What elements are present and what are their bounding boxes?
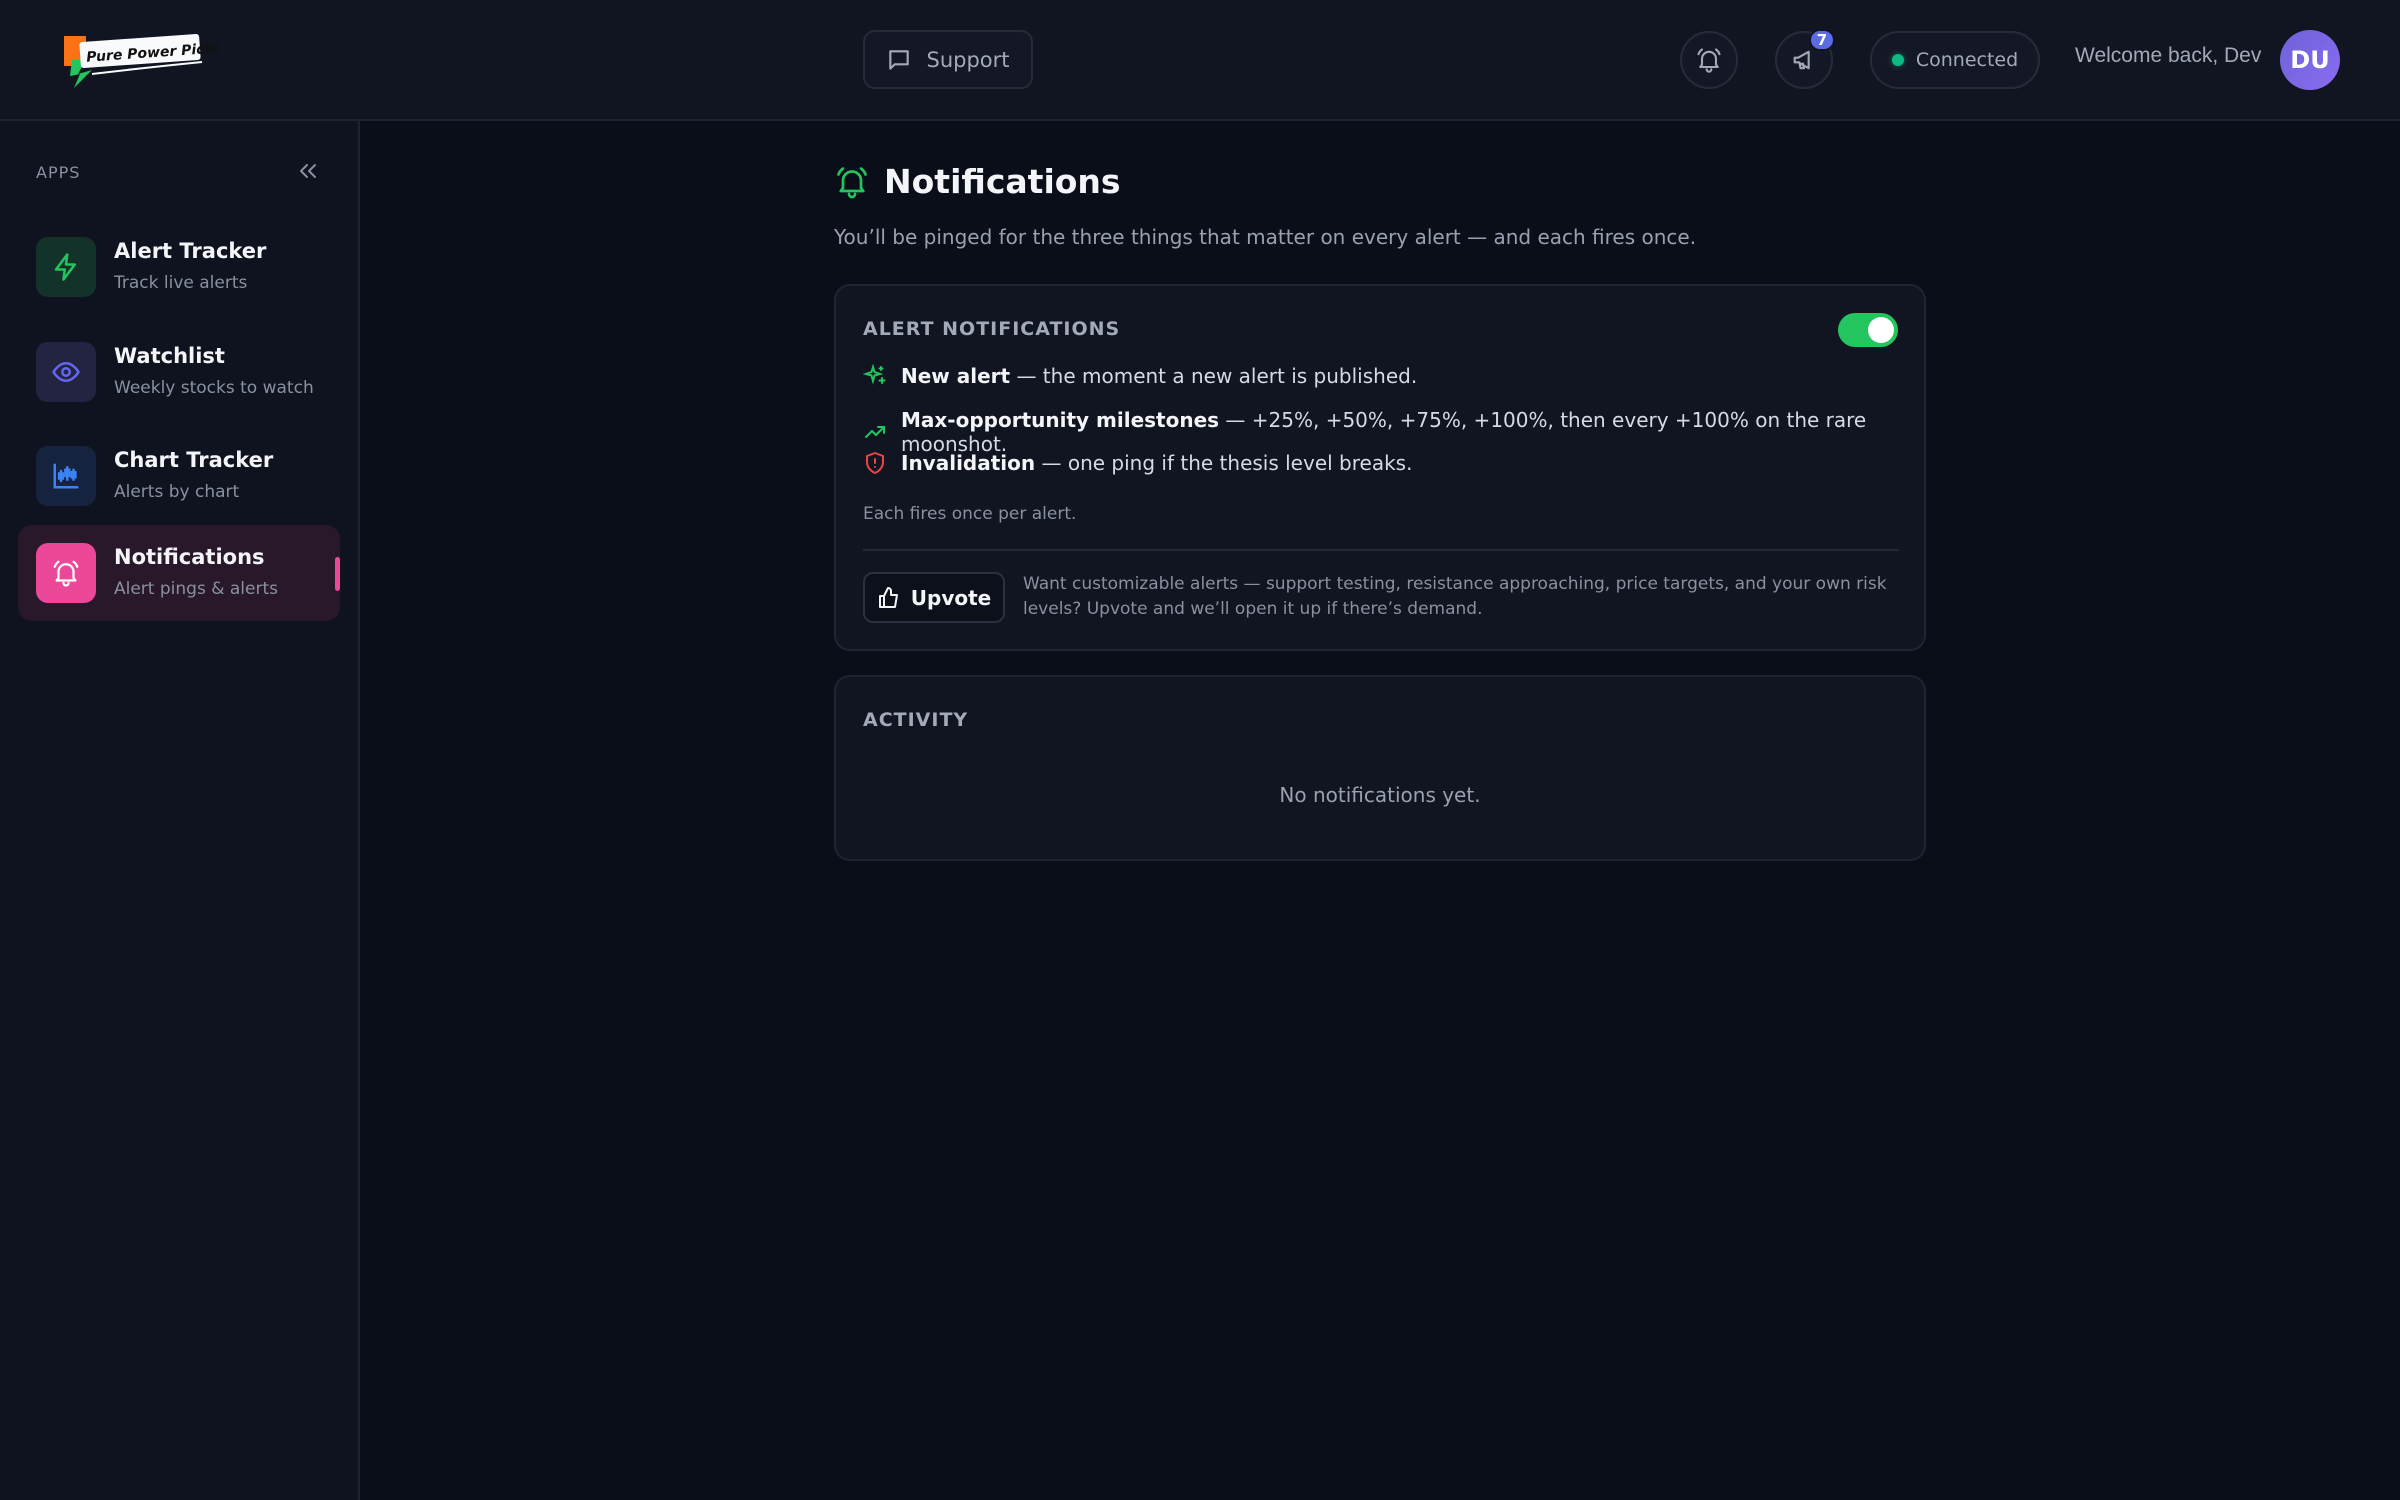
alert-notifications-card: ALERT NOTIFICATIONS New alert — the mome… — [834, 284, 1926, 651]
connection-status: Connected — [1870, 31, 2040, 89]
sidebar-item-subtitle: Track live alerts — [114, 273, 248, 293]
top-bar: Pure Power Picks Support 7 Connected Wel… — [0, 0, 2400, 121]
connection-label: Connected — [1915, 49, 2019, 71]
sidebar-item-title: Alert Tracker — [114, 239, 267, 263]
divider — [863, 549, 1899, 551]
chart-icon — [36, 446, 96, 506]
feature-new-alert: New alert — the moment a new alert is pu… — [863, 364, 1417, 388]
feature-invalidation: Invalidation — one ping if the thesis le… — [863, 451, 1412, 475]
sidebar-item-subtitle: Alerts by chart — [114, 482, 240, 502]
alert-notifications-toggle[interactable] — [1838, 313, 1898, 347]
lightning-icon — [36, 237, 96, 297]
card-title: ALERT NOTIFICATIONS — [863, 318, 1121, 340]
megaphone-icon — [1793, 50, 1810, 70]
sidebar-item-title: Chart Tracker — [114, 448, 274, 472]
upvote-button[interactable]: Upvote — [863, 572, 1005, 623]
support-button[interactable]: Support — [863, 30, 1033, 89]
status-dot-icon — [1891, 54, 1904, 66]
bell-icon — [837, 166, 867, 198]
feature-text: — one ping if the thesis level breaks. — [1035, 451, 1413, 475]
page-header: Notifications — [834, 162, 1121, 201]
sidebar: APPS Alert Tracker Track live alerts Wat… — [0, 121, 360, 1500]
chat-icon — [889, 49, 910, 70]
page-title: Notifications — [884, 162, 1121, 201]
shield-alert-icon — [863, 451, 887, 475]
feature-name: New alert — [901, 364, 1011, 388]
eye-icon — [36, 342, 96, 402]
bell-icon — [36, 543, 96, 603]
announcements-badge: 7 — [1809, 29, 1835, 51]
feature-name: Invalidation — [901, 451, 1036, 475]
activity-card: ACTIVITY No notifications yet. — [834, 675, 1926, 861]
sidebar-item-subtitle: Weekly stocks to watch — [114, 378, 314, 398]
brand-logo[interactable]: Pure Power Picks — [62, 30, 218, 88]
sidebar-item-subtitle: Alert pings & alerts — [114, 579, 278, 599]
welcome-text: Welcome back, Dev — [2075, 44, 2262, 67]
sidebar-item-notifications[interactable]: Notifications Alert pings & alerts — [18, 525, 340, 621]
bell-icon — [1697, 48, 1721, 73]
feature-name: Max-opportunity milestones — [901, 408, 1220, 432]
empty-state-text: No notifications yet. — [1279, 783, 1481, 807]
announcements-button[interactable]: 7 — [1775, 29, 1835, 89]
sidebar-section-label: APPS — [36, 163, 81, 182]
collapse-sidebar-icon[interactable] — [296, 159, 320, 183]
avatar[interactable]: DU — [2280, 30, 2340, 90]
notifications-bell-button[interactable] — [1680, 31, 1738, 89]
card-title: ACTIVITY — [863, 709, 969, 731]
active-indicator — [335, 557, 340, 591]
upvote-label: Upvote — [910, 585, 992, 610]
support-label: Support — [926, 47, 1010, 72]
thumbs-up-icon — [878, 586, 898, 608]
fires-note: Each fires once per alert. — [863, 504, 1077, 524]
sidebar-item-title: Watchlist — [114, 344, 225, 368]
feature-text: — the moment a new alert is published. — [1010, 364, 1418, 388]
sidebar-item-chart-tracker[interactable]: Chart Tracker Alerts by chart — [18, 428, 340, 524]
sidebar-item-watchlist[interactable]: Watchlist Weekly stocks to watch — [18, 324, 340, 420]
feature-milestones: Max-opportunity milestones — +25%, +50%,… — [863, 408, 1924, 456]
upvote-description: Want customizable alerts — support testi… — [1023, 574, 1887, 619]
sidebar-item-title: Notifications — [114, 545, 265, 569]
page-description: You’ll be pinged for the three things th… — [834, 225, 1697, 249]
sparkle-icon — [863, 364, 887, 388]
trend-up-icon — [863, 420, 887, 444]
sidebar-item-alert-tracker[interactable]: Alert Tracker Track live alerts — [18, 219, 340, 315]
toggle-knob — [1868, 317, 1894, 343]
